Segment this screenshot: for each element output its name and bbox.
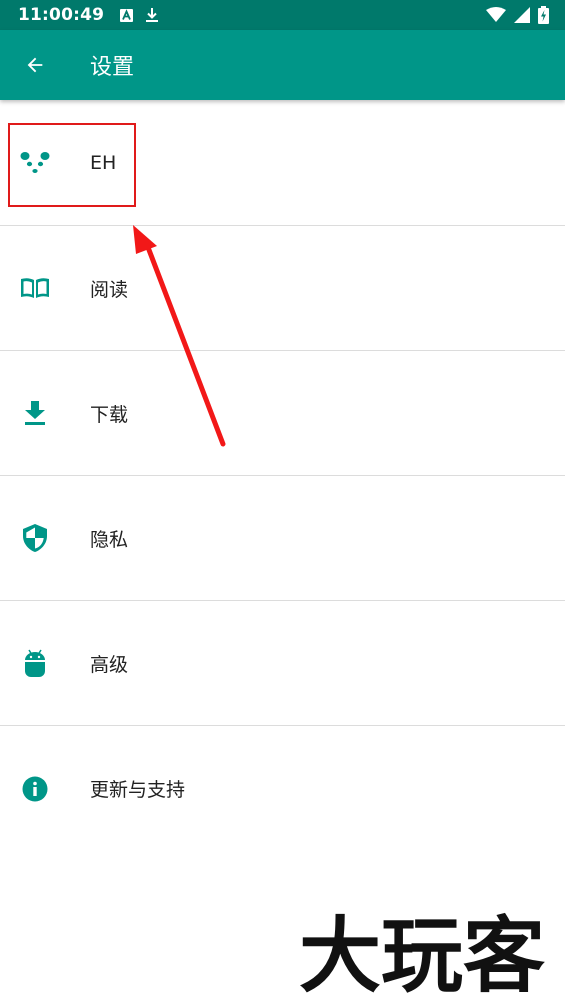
settings-item-privacy[interactable]: 隐私 [0,476,565,601]
app-bar: 设置 [0,30,565,100]
download-icon [146,8,159,22]
settings-item-label: 更新与支持 [90,779,186,801]
watermark-logo: 大玩客 [298,908,546,1000]
info-icon [22,776,48,801]
settings-item-reading[interactable]: 阅读 [0,226,565,351]
settings-item-update-support[interactable]: 更新与支持 [0,726,565,851]
svg-text:大玩客: 大玩客 [299,909,545,1000]
wifi-icon [486,7,506,22]
notification-a-icon [120,8,134,22]
download-icon [25,401,45,425]
settings-list: EH 阅读 下载 隐私 高级 更新与支持 [0,100,565,851]
status-bar: 11:00:49 [0,0,565,30]
back-button[interactable] [0,30,70,100]
panda-icon [20,151,50,173]
signal-icon [514,7,530,23]
settings-item-advanced[interactable]: 高级 [0,601,565,726]
settings-item-label: 高级 [90,653,129,676]
settings-item-label: 隐私 [90,528,129,551]
battery-charging-icon [538,6,549,24]
settings-item-download[interactable]: 下载 [0,351,565,476]
settings-item-eh[interactable]: EH [0,100,565,226]
arrow-back-icon [27,57,43,73]
settings-item-label: 下载 [90,403,129,426]
shield-icon [23,524,47,552]
status-time: 11:00:49 [18,5,105,25]
settings-item-label: EH [90,151,117,174]
page-title: 设置 [90,55,135,80]
settings-item-label: 阅读 [90,278,129,301]
book-icon [21,278,49,298]
android-icon [25,649,45,677]
